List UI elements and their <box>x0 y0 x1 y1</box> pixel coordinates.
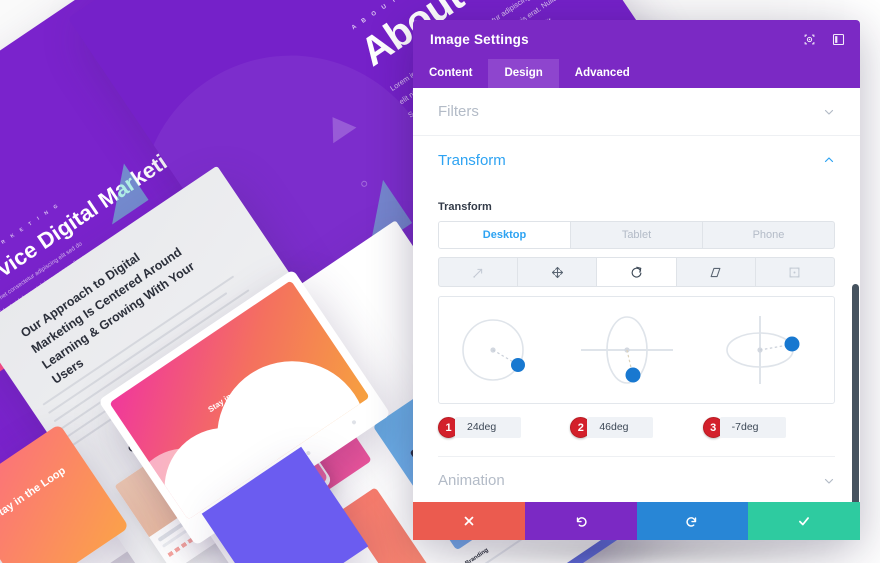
transform-field-label: Transform <box>438 201 492 213</box>
section-transform[interactable]: Transform <box>413 136 860 184</box>
cancel-button[interactable] <box>413 502 525 540</box>
panel-scrollbar[interactable] <box>852 284 859 502</box>
rotate-y-input[interactable]: 46deg <box>587 417 654 438</box>
rotate-x-input[interactable]: -7deg <box>719 417 786 438</box>
panel-title: Image Settings <box>430 32 529 47</box>
panel-header: Image Settings <box>413 20 860 59</box>
rotation-values-row: 1 24deg 2 46deg 3 -7deg <box>438 417 835 438</box>
redo-button[interactable] <box>636 502 749 540</box>
chevron-down-icon[interactable] <box>823 475 835 487</box>
tab-design[interactable]: Design <box>488 59 559 88</box>
move-icon <box>551 266 563 278</box>
layout-toggle-icon[interactable] <box>831 32 846 47</box>
rotate-z-input[interactable]: 24deg <box>455 417 521 438</box>
redo-icon <box>686 517 697 527</box>
panel-action-bar <box>413 502 860 540</box>
rotation-value-2-cell: 2 46deg <box>570 417 702 438</box>
panel-header-actions <box>802 32 846 47</box>
device-phone[interactable]: Phone <box>703 222 834 248</box>
close-icon <box>464 516 474 526</box>
image-settings-panel: Image Settings Content Design Advanced F… <box>413 20 860 540</box>
undo-button[interactable] <box>524 502 637 540</box>
undo-icon <box>576 517 587 527</box>
scale-tool-button[interactable] <box>439 258 519 286</box>
rotate-tool-button[interactable] <box>597 258 677 286</box>
rotation-control-canvas <box>438 296 835 404</box>
chevron-up-icon[interactable] <box>823 154 835 166</box>
save-button[interactable] <box>748 502 860 540</box>
transform-section-body: Transform Desktop Tablet Phone 1 24deg 2… <box>413 184 860 457</box>
skew-tool-button[interactable] <box>677 258 756 286</box>
tab-content[interactable]: Content <box>413 59 488 88</box>
section-animation[interactable]: Animation <box>413 457 860 502</box>
check-icon <box>799 517 810 526</box>
origin-tool-button[interactable] <box>756 258 834 286</box>
rotate-icon <box>631 266 642 278</box>
transform-tool-tabs <box>438 257 835 287</box>
device-desktop[interactable]: Desktop <box>439 222 571 248</box>
panel-drop-shadow <box>434 540 846 562</box>
skew-icon <box>710 267 721 277</box>
rotation-value-1-cell: 1 24deg <box>438 417 570 438</box>
rotate-x-handle[interactable] <box>784 336 800 352</box>
expand-icon[interactable] <box>802 32 817 47</box>
chevron-down-icon[interactable] <box>823 106 835 118</box>
rotate-x-control[interactable] <box>712 308 822 392</box>
panel-tabs: Content Design Advanced <box>413 59 860 88</box>
section-filters[interactable]: Filters <box>413 88 860 136</box>
collage-loop-title: Stay in the Loop <box>0 464 68 523</box>
section-animation-label: Animation <box>438 472 505 489</box>
rotate-z-handle[interactable] <box>511 358 526 372</box>
device-selector: Desktop Tablet Phone <box>438 221 835 249</box>
rotate-z-control[interactable] <box>451 308 543 392</box>
device-tablet[interactable]: Tablet <box>571 222 703 248</box>
rotate-y-control[interactable] <box>567 308 687 392</box>
rotation-value-3-cell: 3 -7deg <box>702 417 835 438</box>
transform-origin-icon <box>790 267 800 277</box>
scale-icon <box>472 268 482 278</box>
panel-body: Filters Transform Transform Desktop Tabl… <box>413 88 860 502</box>
screen: Get Started For Free Get Discovered D I … <box>0 0 880 563</box>
section-filters-label: Filters <box>438 103 479 120</box>
tab-advanced[interactable]: Advanced <box>559 59 646 88</box>
rotate-y-handle[interactable] <box>625 367 641 383</box>
translate-tool-button[interactable] <box>518 258 598 286</box>
section-transform-label: Transform <box>438 151 506 169</box>
